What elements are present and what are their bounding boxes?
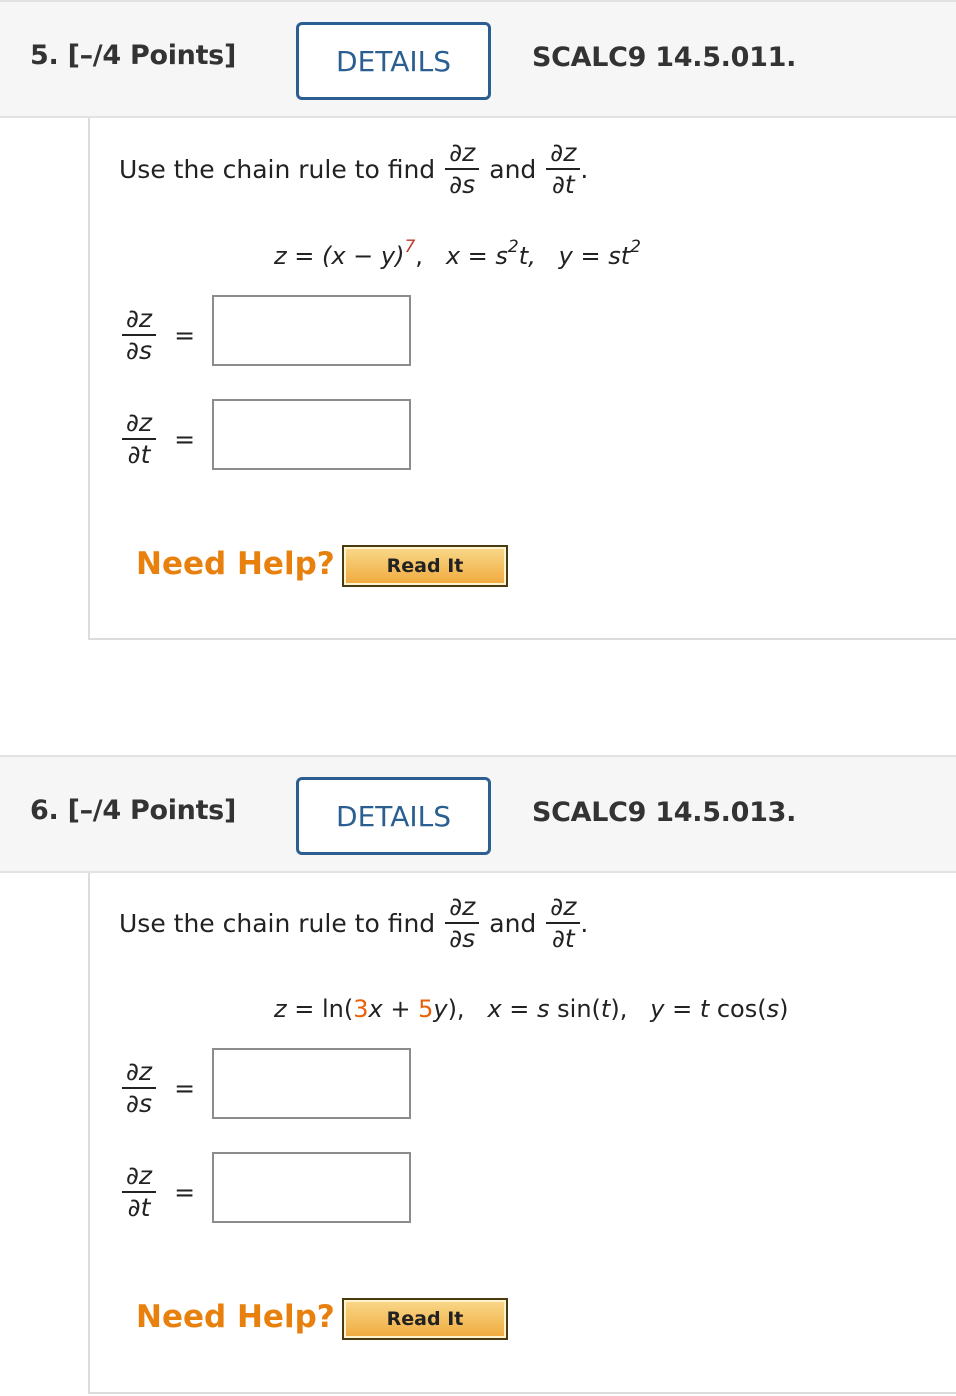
answer-input-dz-ds[interactable] <box>212 295 411 366</box>
answer-input-dz-dt[interactable] <box>212 399 411 470</box>
and-text: and <box>489 154 537 184</box>
question-6-prompt: Use the chain rule to find ∂z ∂s and ∂z … <box>119 892 588 954</box>
details-button[interactable]: DETAILS <box>296 777 491 855</box>
equals-sign: = <box>174 1073 196 1103</box>
answer-input-dz-ds[interactable] <box>212 1048 411 1119</box>
question-code: SCALC9 14.5.013. <box>532 797 797 828</box>
answer-label-dz-dt: ∂z ∂t <box>122 408 157 470</box>
question-5-equation: z = (x − y)7, x = s2t, y = st2 <box>274 237 641 270</box>
question-code: SCALC9 14.5.011. <box>532 42 797 73</box>
partial-z-over-s: ∂z ∂s <box>445 138 480 200</box>
equals-sign: = <box>174 320 196 350</box>
details-button[interactable]: DETAILS <box>296 22 491 100</box>
need-help-label: Need Help? <box>136 1299 335 1335</box>
answer-row-dz-dt: ∂z ∂t = <box>122 1161 196 1223</box>
answer-label-dz-ds: ∂z ∂s <box>122 304 157 366</box>
question-6-number-points: 6. [–/4 Points] <box>30 795 236 826</box>
period: . <box>580 908 589 938</box>
answer-label-dz-dt: ∂z ∂t <box>122 1161 157 1223</box>
equals-sign: = <box>174 1177 196 1207</box>
prompt-text: Use the chain rule to find <box>119 908 436 938</box>
answer-row-dz-ds: ∂z ∂s = <box>122 304 196 366</box>
question-5-number-points: 5. [–/4 Points] <box>30 40 236 71</box>
partial-z-over-t: ∂z ∂t <box>546 892 581 954</box>
prompt-text: Use the chain rule to find <box>119 154 436 184</box>
question-6-header: 6. [–/4 Points] DETAILS SCALC9 14.5.013. <box>0 755 956 873</box>
read-it-button[interactable]: Read It <box>342 1298 508 1340</box>
need-help-label: Need Help? <box>136 546 335 582</box>
equals-sign: = <box>174 424 196 454</box>
answer-row-dz-dt: ∂z ∂t = <box>122 408 196 470</box>
answer-row-dz-ds: ∂z ∂s = <box>122 1057 196 1119</box>
question-6-equation: z = ln(3x + 5y), x = s sin(t), y = t cos… <box>274 995 789 1023</box>
question-5-header: 5. [–/4 Points] DETAILS SCALC9 14.5.011. <box>0 0 956 118</box>
partial-z-over-t: ∂z ∂t <box>546 138 581 200</box>
period: . <box>580 154 589 184</box>
question-5-prompt: Use the chain rule to find ∂z ∂s and ∂z … <box>119 138 588 200</box>
and-text: and <box>489 908 537 938</box>
answer-label-dz-ds: ∂z ∂s <box>122 1057 157 1119</box>
answer-input-dz-dt[interactable] <box>212 1152 411 1223</box>
read-it-button[interactable]: Read It <box>342 545 508 587</box>
partial-z-over-s: ∂z ∂s <box>445 892 480 954</box>
